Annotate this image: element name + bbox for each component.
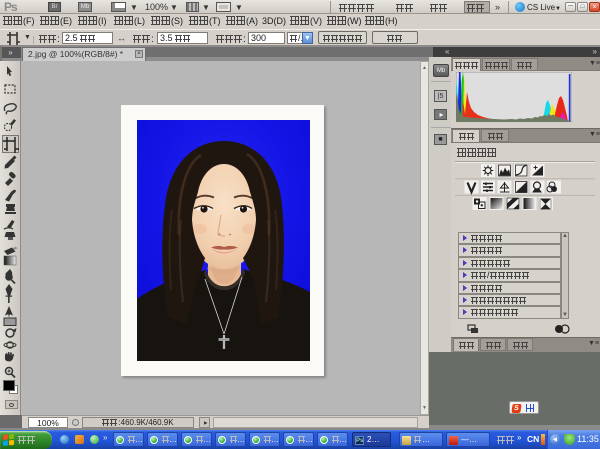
svg-text:T: T bbox=[6, 294, 13, 306]
